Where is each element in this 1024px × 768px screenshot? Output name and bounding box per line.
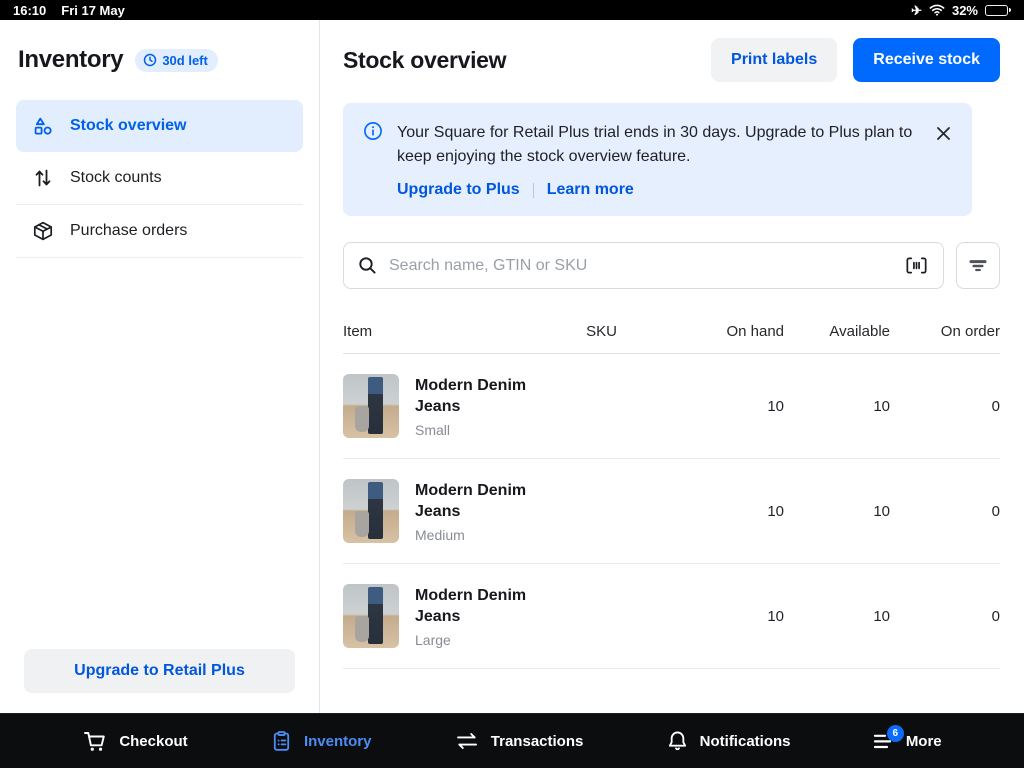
nav-item-transactions[interactable]: Transactions bbox=[454, 731, 584, 751]
nav-item-more[interactable]: 6 More bbox=[873, 733, 942, 750]
link-separator bbox=[533, 183, 534, 198]
status-date: Fri 17 May bbox=[61, 3, 125, 18]
sort-arrows-icon bbox=[32, 167, 54, 189]
nav-item-checkout[interactable]: Checkout bbox=[82, 729, 187, 753]
battery-percent: 32% bbox=[952, 3, 978, 18]
sidebar-menu: Stock overview Stock counts bbox=[16, 100, 303, 258]
item-variation: Small bbox=[415, 422, 527, 438]
page-title: Stock overview bbox=[343, 47, 506, 74]
print-labels-button[interactable]: Print labels bbox=[711, 38, 837, 82]
item-thumbnail bbox=[343, 374, 399, 438]
battery-icon bbox=[985, 5, 1011, 16]
available-value: 10 bbox=[784, 398, 890, 415]
on-hand-value: 10 bbox=[617, 398, 784, 415]
more-badge: 6 bbox=[887, 725, 904, 742]
column-header-on-order: On order bbox=[890, 323, 1000, 353]
clipboard-icon bbox=[270, 729, 293, 753]
sidebar: Inventory 30d left bbox=[0, 20, 320, 713]
on-hand-value: 10 bbox=[617, 608, 784, 625]
column-header-on-hand: On hand bbox=[617, 323, 784, 353]
search-field[interactable] bbox=[343, 242, 944, 289]
close-icon bbox=[935, 125, 952, 142]
upgrade-to-plus-link[interactable]: Upgrade to Plus bbox=[397, 181, 520, 199]
table-row[interactable]: Modern Denim Jeans Medium 10 10 0 bbox=[343, 459, 1000, 564]
status-bar: 16:10 Fri 17 May ✈ 32% bbox=[0, 0, 1024, 20]
bottom-nav: Checkout Inventory Transactions bbox=[0, 713, 1024, 768]
shapes-icon bbox=[32, 115, 54, 137]
learn-more-link[interactable]: Learn more bbox=[547, 181, 634, 199]
item-name: Modern Denim Jeans bbox=[415, 585, 533, 627]
banner-close-button[interactable] bbox=[933, 123, 954, 144]
on-order-value: 0 bbox=[890, 608, 1000, 625]
sidebar-item-stock-overview[interactable]: Stock overview bbox=[16, 100, 303, 152]
bell-icon bbox=[666, 729, 689, 753]
menu-lines-icon: 6 bbox=[873, 733, 895, 750]
airplane-mode-icon: ✈ bbox=[911, 4, 922, 17]
stock-table: Item SKU On hand Available On order Mode… bbox=[343, 323, 1000, 669]
table-header: Item SKU On hand Available On order bbox=[343, 323, 1000, 354]
info-icon bbox=[363, 121, 383, 141]
sidebar-item-purchase-orders[interactable]: Purchase orders bbox=[16, 205, 303, 257]
item-variation: Large bbox=[415, 632, 527, 648]
item-name: Modern Denim Jeans bbox=[415, 375, 533, 417]
barcode-scan-icon[interactable] bbox=[904, 255, 929, 276]
nav-item-inventory[interactable]: Inventory bbox=[270, 729, 372, 753]
cart-icon bbox=[82, 729, 108, 753]
receive-stock-button[interactable]: Receive stock bbox=[853, 38, 1000, 82]
transfer-arrows-icon bbox=[454, 731, 480, 751]
item-thumbnail bbox=[343, 584, 399, 648]
main-content: Stock overview Print labels Receive stoc… bbox=[320, 20, 1024, 713]
sidebar-title: Inventory bbox=[18, 46, 123, 74]
search-icon bbox=[358, 256, 377, 275]
trial-banner: Your Square for Retail Plus trial ends i… bbox=[343, 103, 972, 216]
search-input[interactable] bbox=[389, 257, 892, 275]
banner-message: Your Square for Retail Plus trial ends i… bbox=[397, 121, 919, 169]
item-name: Modern Denim Jeans bbox=[415, 480, 533, 522]
filter-icon bbox=[969, 259, 987, 273]
status-time: 16:10 bbox=[13, 3, 46, 18]
nav-item-notifications[interactable]: Notifications bbox=[666, 729, 791, 753]
available-value: 10 bbox=[784, 608, 890, 625]
clock-icon bbox=[143, 53, 157, 67]
table-row[interactable]: Modern Denim Jeans Small 10 10 0 bbox=[343, 354, 1000, 459]
item-thumbnail bbox=[343, 479, 399, 543]
available-value: 10 bbox=[784, 503, 890, 520]
package-icon bbox=[32, 220, 54, 242]
column-header-available: Available bbox=[784, 323, 890, 353]
on-hand-value: 10 bbox=[617, 503, 784, 520]
upgrade-retail-plus-button[interactable]: Upgrade to Retail Plus bbox=[24, 649, 295, 693]
on-order-value: 0 bbox=[890, 503, 1000, 520]
column-header-sku: SKU bbox=[527, 323, 617, 353]
wifi-icon bbox=[929, 4, 945, 16]
sidebar-item-stock-counts[interactable]: Stock counts bbox=[16, 152, 303, 204]
table-row[interactable]: Modern Denim Jeans Large 10 10 0 bbox=[343, 564, 1000, 669]
item-variation: Medium bbox=[415, 527, 527, 543]
filter-button[interactable] bbox=[956, 242, 1000, 289]
trial-countdown-badge: 30d left bbox=[135, 49, 218, 72]
app-screen: 16:10 Fri 17 May ✈ 32% Inventory bbox=[0, 0, 1024, 768]
column-header-item: Item bbox=[343, 323, 527, 353]
on-order-value: 0 bbox=[890, 398, 1000, 415]
